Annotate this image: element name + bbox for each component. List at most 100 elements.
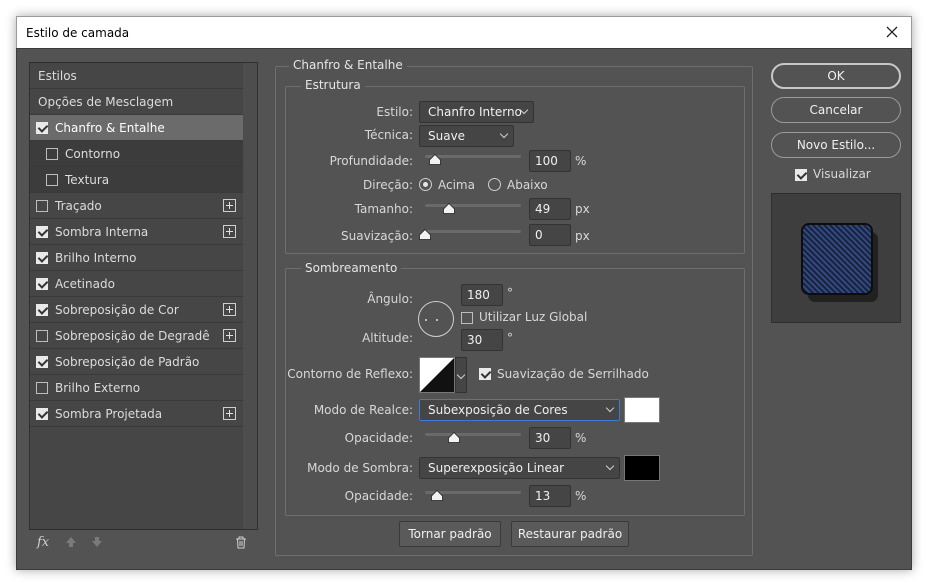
ok-button[interactable]: OK — [771, 63, 901, 89]
trash-icon[interactable] — [235, 536, 247, 552]
gloss-contour-swatch[interactable] — [419, 357, 455, 393]
add-effect-icon[interactable] — [223, 329, 236, 342]
move-down-icon[interactable] — [91, 536, 103, 551]
sidebar-item-checkbox[interactable] — [36, 304, 48, 316]
new-style-button[interactable]: Novo Estilo... — [771, 132, 901, 158]
sidebar-item-checkbox[interactable] — [36, 330, 48, 342]
sidebar-item-checkbox[interactable] — [36, 226, 48, 238]
slider-thumb-icon[interactable] — [443, 203, 455, 214]
sidebar-item[interactable]: Traçado — [30, 193, 243, 219]
sidebar-item-checkbox[interactable] — [46, 148, 58, 160]
angle-input[interactable]: 180 — [461, 284, 503, 306]
depth-input[interactable]: 100 — [529, 150, 571, 172]
chevron-down-icon — [605, 461, 615, 471]
slider-thumb-icon[interactable] — [419, 229, 431, 240]
direction-down-radio[interactable] — [488, 178, 501, 191]
sidebar-item-checkbox[interactable] — [46, 174, 58, 186]
sidebar-item[interactable]: Brilho Interno — [30, 245, 243, 271]
close-icon[interactable] — [883, 23, 901, 41]
soften-slider[interactable] — [419, 227, 521, 241]
sidebar-item-checkbox[interactable] — [36, 200, 48, 212]
slider-thumb-icon[interactable] — [431, 490, 444, 501]
list-scrollbar[interactable] — [243, 63, 257, 529]
chevron-down-icon — [605, 403, 615, 413]
highlight-opacity-slider[interactable] — [425, 430, 521, 444]
direction-label: Direção: — [363, 178, 413, 192]
slider-track — [425, 433, 521, 436]
antialias-checkbox[interactable] — [479, 368, 491, 380]
soften-unit: px — [575, 229, 590, 243]
fx-icon[interactable]: fx — [37, 535, 49, 550]
sidebar-item-label: Contorno — [65, 147, 121, 161]
sidebar-item-checkbox[interactable] — [36, 382, 48, 394]
technique-select[interactable]: Suave — [419, 125, 514, 147]
slider-thumb-icon[interactable] — [447, 432, 460, 443]
sidebar-item-checkbox[interactable] — [36, 278, 48, 290]
direction-up-label[interactable]: Acima — [438, 178, 475, 192]
sidebar-item-checkbox[interactable] — [36, 252, 48, 264]
add-effect-icon[interactable] — [223, 225, 236, 238]
angle-dial[interactable] — [418, 301, 454, 337]
add-effect-icon[interactable] — [223, 303, 236, 316]
altitude-unit: ° — [507, 331, 513, 345]
reset-default-button[interactable]: Restaurar padrão — [511, 521, 629, 547]
slider-thumb-icon[interactable] — [428, 154, 441, 165]
shadow-opacity-input[interactable]: 13 — [529, 485, 571, 507]
sidebar-item-checkbox[interactable] — [36, 122, 48, 134]
add-effect-icon[interactable] — [223, 407, 236, 420]
sidebar-item-checkbox[interactable] — [36, 356, 48, 368]
direction-up-radio[interactable] — [419, 178, 432, 191]
altitude-input[interactable]: 30 — [461, 329, 503, 351]
preview-thumbnail — [801, 223, 878, 302]
sidebar-item[interactable]: Textura — [30, 167, 243, 193]
sidebar-item-label: Traçado — [55, 199, 102, 213]
sidebar-item-label: Sobreposição de Degradê — [55, 329, 210, 343]
sidebar-item[interactable]: Chanfro & Entalhe — [30, 115, 243, 141]
sidebar-item[interactable]: Brilho Externo — [30, 375, 243, 401]
antialias-label[interactable]: Suavização de Serrilhado — [497, 367, 649, 381]
highlight-color-swatch[interactable] — [624, 397, 660, 423]
sidebar-item[interactable]: Contorno — [30, 141, 243, 167]
shadow-opacity-slider[interactable] — [425, 488, 521, 502]
sidebar-item-checkbox[interactable] — [36, 408, 48, 420]
global-light-label[interactable]: Utilizar Luz Global — [479, 310, 587, 324]
make-default-button[interactable]: Tornar padrão — [399, 521, 501, 547]
highlight-mode-value: Subexposição de Cores — [428, 403, 568, 417]
shadow-mode-select[interactable]: Superexposição Linear — [419, 457, 620, 479]
angle-label: Ângulo: — [367, 292, 413, 306]
sidebar-item[interactable]: Sobreposição de Padrão — [30, 349, 243, 375]
preview-label[interactable]: Visualizar — [813, 167, 871, 181]
shadow-opacity-label: Opacidade: — [344, 489, 413, 503]
add-effect-icon[interactable] — [223, 199, 236, 212]
technique-select-value: Suave — [428, 129, 466, 143]
shadow-mode-label: Modo de Sombra: — [307, 461, 413, 475]
shadow-color-swatch[interactable] — [624, 455, 660, 481]
direction-down-label[interactable]: Abaixo — [507, 178, 548, 192]
cancel-button[interactable]: Cancelar — [771, 97, 901, 123]
shadow-mode-value: Superexposição Linear — [428, 461, 565, 475]
size-slider[interactable] — [425, 201, 521, 215]
chevron-down-icon — [499, 129, 509, 139]
angle-unit: ° — [507, 286, 513, 300]
depth-label: Profundidade: — [329, 154, 413, 168]
highlight-opacity-label: Opacidade: — [344, 431, 413, 445]
sidebar-item[interactable]: Opções de Mesclagem — [30, 89, 243, 115]
shading-title: Sombreamento — [301, 261, 402, 275]
slider-track — [425, 230, 521, 233]
sidebar-item[interactable]: Sombra Projetada — [30, 401, 243, 427]
sidebar-item[interactable]: Sobreposição de Cor — [30, 297, 243, 323]
sidebar-item[interactable]: Sobreposição de Degradê — [30, 323, 243, 349]
sidebar-item[interactable]: Estilos — [30, 63, 243, 89]
depth-slider[interactable] — [425, 152, 521, 166]
global-light-checkbox[interactable] — [461, 312, 473, 324]
size-input[interactable]: 49 — [529, 198, 571, 220]
move-up-icon[interactable] — [65, 536, 77, 551]
gloss-contour-dropdown[interactable] — [455, 357, 467, 393]
highlight-opacity-input[interactable]: 30 — [529, 427, 571, 449]
sidebar-item[interactable]: Acetinado — [30, 271, 243, 297]
style-select[interactable]: Chanfro Interno — [419, 101, 534, 123]
soften-input[interactable]: 0 — [529, 224, 571, 246]
preview-checkbox[interactable] — [795, 169, 807, 181]
sidebar-item[interactable]: Sombra Interna — [30, 219, 243, 245]
highlight-mode-select[interactable]: Subexposição de Cores — [419, 399, 620, 421]
